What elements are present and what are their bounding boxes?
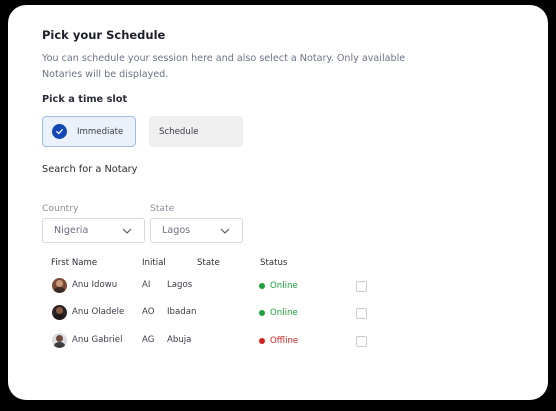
notary-initial: AI bbox=[142, 280, 151, 290]
status-badge: Offline bbox=[259, 336, 298, 346]
header-status: Status bbox=[260, 258, 288, 268]
page-title: Pick your Schedule bbox=[42, 28, 166, 42]
search-notary-label: Search for a Notary bbox=[42, 164, 138, 175]
avatar bbox=[52, 333, 67, 348]
notary-initial: AG bbox=[142, 335, 155, 345]
country-label: Country bbox=[42, 203, 79, 214]
table-row[interactable]: Anu Oladele AO Ibadan Online bbox=[8, 303, 548, 323]
notary-name: Anu Gabriel bbox=[72, 335, 123, 345]
notary-state: Abuja bbox=[167, 335, 192, 345]
status-badge: Online bbox=[259, 308, 298, 318]
page-description: You can schedule your session here and a… bbox=[42, 53, 406, 80]
avatar bbox=[52, 278, 67, 293]
status-dot bbox=[259, 338, 265, 344]
notary-initial: AO bbox=[142, 307, 155, 317]
status-text: Online bbox=[270, 281, 298, 291]
table-row[interactable]: Anu Gabriel AG Abuja Offline bbox=[8, 331, 548, 351]
notary-name: Anu Idowu bbox=[72, 280, 118, 290]
table-row[interactable]: Anu Idowu AI Lagos Online bbox=[8, 276, 548, 296]
schedule-option[interactable]: Schedule bbox=[149, 116, 243, 147]
select-checkbox[interactable] bbox=[356, 336, 367, 347]
avatar bbox=[52, 305, 67, 320]
status-text: Online bbox=[270, 308, 298, 318]
country-select[interactable]: Nigeria bbox=[42, 218, 145, 243]
country-value: Nigeria bbox=[54, 225, 89, 236]
header-initial: Initial bbox=[142, 258, 166, 268]
select-checkbox[interactable] bbox=[356, 308, 367, 319]
schedule-label: Schedule bbox=[159, 126, 199, 137]
immediate-label: Immediate bbox=[77, 126, 124, 137]
header-state: State bbox=[197, 258, 220, 268]
notary-name: Anu Oladele bbox=[72, 307, 125, 317]
chevron-down-icon bbox=[122, 228, 132, 234]
status-dot bbox=[259, 283, 265, 289]
status-text: Offline bbox=[270, 336, 299, 346]
check-icon bbox=[52, 124, 67, 139]
notary-state: Ibadan bbox=[167, 307, 197, 317]
state-select[interactable]: Lagos bbox=[150, 218, 243, 243]
time-slot-label: Pick a time slot bbox=[42, 94, 128, 105]
schedule-card: Pick your Schedule You can schedule your… bbox=[8, 5, 548, 400]
state-value: Lagos bbox=[162, 225, 191, 236]
immediate-option[interactable]: Immediate bbox=[42, 116, 136, 147]
state-label: State bbox=[150, 203, 175, 214]
status-dot bbox=[259, 310, 265, 316]
status-badge: Online bbox=[259, 281, 298, 291]
notary-state: Lagos bbox=[167, 280, 193, 290]
chevron-down-icon bbox=[220, 228, 230, 234]
select-checkbox[interactable] bbox=[356, 281, 367, 292]
header-first-name: First Name bbox=[51, 258, 98, 268]
